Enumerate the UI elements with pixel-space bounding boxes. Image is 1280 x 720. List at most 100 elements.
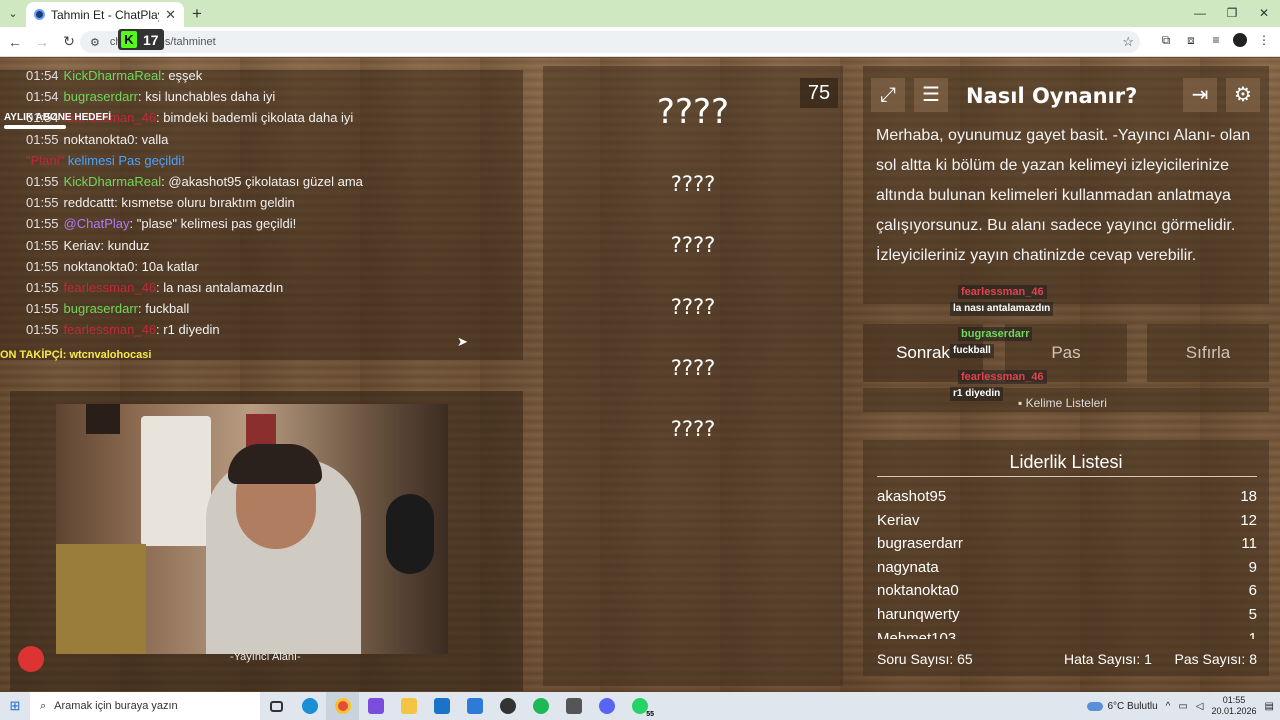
weather-widget[interactable]: 6°C Bulutlu: [1086, 701, 1158, 712]
reload-icon[interactable]: ↻: [57, 33, 81, 50]
url-field[interactable]: ⚙ cha r/games/tahminet ☆: [80, 31, 1140, 53]
whatsapp-icon[interactable]: 55: [623, 692, 656, 720]
task-view-icon[interactable]: [260, 692, 293, 720]
chat-username[interactable]: "Plani": [26, 153, 64, 168]
back-icon[interactable]: ←: [3, 34, 27, 50]
howto-title: Nasıl Oynanır?: [966, 84, 1138, 108]
windows-taskbar: ⊞ ⌕ Aramak için buraya yazın 55 6°C Bulu…: [0, 692, 1280, 720]
notifications-icon[interactable]: ▤: [1265, 701, 1274, 712]
chat-username[interactable]: bugraserdarr: [64, 89, 138, 104]
tab-title: Tahmin Et - ChatPlay: [51, 7, 160, 22]
media-icon[interactable]: ≡: [1208, 33, 1224, 48]
forward-icon[interactable]: →: [30, 34, 54, 50]
leaderboard-name: bugraserdarr: [877, 535, 963, 553]
question-count: Soru Sayısı: 65: [877, 651, 973, 667]
leaderboard-name: harunqwerty: [877, 605, 960, 623]
screenshot-icon[interactable]: ⧉: [1158, 33, 1174, 48]
notes-icon[interactable]: ☰: [914, 78, 948, 112]
leaderboard-row: bugraserdarr 11: [877, 532, 1257, 556]
chat-username[interactable]: bugraserdarr: [64, 301, 138, 316]
chat-username[interactable]: Keriav: [64, 238, 101, 253]
word-lists-button[interactable]: ▪ Kelime Listeleri: [1018, 396, 1107, 410]
chat-text: valla: [141, 131, 169, 147]
chat-message: 01:55 fearlessman_46: la nası antalamazdı…: [26, 279, 283, 297]
floating-chat-user: fearlessman_46: [958, 285, 1047, 299]
target-word: ????: [656, 92, 730, 132]
edge-icon[interactable]: [293, 692, 326, 720]
chat-username[interactable]: KickDharmaReal: [64, 68, 162, 83]
chat-message: 01:55 KickDharmaReal: @akashot95 çikolata…: [26, 173, 363, 191]
chat-timestamp: 01:55: [26, 237, 59, 253]
leaderboard-row: harunqwerty 5: [877, 603, 1257, 627]
chat-timestamp: 01:55: [26, 174, 59, 189]
tray-chevron-icon[interactable]: ^: [1166, 701, 1171, 712]
forbidden-word-3: ????: [670, 295, 716, 319]
chat-username[interactable]: noktanokta0: [64, 132, 135, 147]
extensions-icon[interactable]: ⧈: [1183, 33, 1199, 48]
chat-text: eşşek: [168, 68, 203, 83]
chat-username[interactable]: @ChatPlay: [64, 216, 130, 231]
chat-text: bimdeki bademli çikolata daha iyi: [163, 110, 354, 126]
app-icon[interactable]: [557, 692, 590, 720]
chat-timestamp: 01:55: [26, 131, 59, 147]
leaderboard-score: 6: [1248, 582, 1257, 600]
close-window-icon[interactable]: ✕: [1248, 0, 1280, 27]
chat-text: kısmetse oluru bıraktım geldin: [121, 195, 295, 211]
copilot-icon[interactable]: [359, 692, 392, 720]
spotify-icon[interactable]: [524, 692, 557, 720]
tab-search-icon[interactable]: ⌄: [0, 0, 26, 27]
exit-icon[interactable]: ⇥: [1183, 78, 1217, 112]
chat-text: 10a katlar: [141, 258, 199, 274]
close-tab-icon[interactable]: ✕: [165, 7, 176, 23]
leaderboard-row: akashot95 18: [877, 485, 1257, 509]
cloud-icon: [1086, 701, 1103, 711]
streamer-webcam-image: [56, 404, 448, 654]
chat-text: kunduz: [107, 237, 150, 253]
chat-username[interactable]: KickDharmaReal: [64, 174, 162, 189]
error-count: Hata Sayısı: 1: [1064, 651, 1152, 667]
discord-icon[interactable]: [590, 692, 623, 720]
minimize-icon[interactable]: —: [1184, 0, 1216, 27]
browser-tab-strip: ⌄ Tahmin Et - ChatPlay ✕ + — ❐ ✕: [0, 0, 1280, 27]
leaderboard-row: Keriav 12: [877, 509, 1257, 533]
chat-timestamp: 01:55: [26, 280, 59, 295]
floating-chat-message: r1 diyedin: [950, 387, 1004, 401]
leaderboard-title: Liderlik Listesi: [1009, 452, 1123, 472]
windows-start-icon[interactable]: ⊞: [0, 698, 30, 714]
list-icon: ▪: [1018, 396, 1026, 410]
chat-username[interactable]: reddcattt: [64, 195, 115, 210]
new-tab-icon[interactable]: +: [184, 4, 210, 24]
bookmark-star-icon[interactable]: ☆: [1122, 34, 1134, 50]
floating-chat-user: fearlessman_46: [958, 370, 1047, 384]
floating-chat-message: la nası antalamazdın: [950, 302, 1054, 316]
taskbar-search-box[interactable]: ⌕ Aramak için buraya yazın: [30, 692, 260, 720]
file-explorer-icon[interactable]: [392, 692, 425, 720]
chat-message: 01:55 Keriav: kunduz: [26, 237, 150, 255]
mail-icon[interactable]: [425, 692, 458, 720]
chat-username[interactable]: fearlessman_46: [64, 322, 157, 337]
chat-username[interactable]: noktanokta0: [64, 259, 135, 274]
site-info-icon[interactable]: ⚙: [90, 36, 100, 49]
clock-time: 01:55: [1222, 695, 1246, 705]
volume-icon[interactable]: ◁: [1196, 701, 1204, 712]
menu-kebab-icon[interactable]: ⋮: [1256, 33, 1272, 48]
store-icon[interactable]: [458, 692, 491, 720]
clock[interactable]: 01:55 20.01.2026: [1212, 695, 1257, 717]
chat-text: ksi lunchables daha iyi: [145, 89, 276, 105]
leaderboard-score: 1: [1248, 629, 1257, 639]
obs-icon[interactable]: [491, 692, 524, 720]
chat-username[interactable]: fearlessman_46: [64, 280, 157, 295]
clock-date: 20.01.2026: [1211, 706, 1257, 716]
profile-avatar-icon[interactable]: [1233, 33, 1247, 47]
settings-gear-icon[interactable]: ⚙: [1226, 78, 1260, 112]
network-icon[interactable]: ▭: [1178, 701, 1187, 712]
reset-button[interactable]: Sıfırla: [1147, 324, 1269, 382]
chrome-icon[interactable]: [326, 692, 359, 720]
record-icon: [18, 646, 44, 672]
fullscreen-icon[interactable]: ⤢: [871, 78, 905, 112]
leaderboard-row: nagynata 9: [877, 556, 1257, 580]
chat-message: 01:55 fearlessman_46: r1 diyedin: [26, 321, 220, 339]
restore-icon[interactable]: ❐: [1216, 0, 1248, 27]
system-tray: 6°C Bulutlu ^ ▭ ◁ 01:55 20.01.2026 ▤: [1086, 692, 1280, 720]
browser-tab[interactable]: Tahmin Et - ChatPlay ✕: [26, 2, 184, 27]
